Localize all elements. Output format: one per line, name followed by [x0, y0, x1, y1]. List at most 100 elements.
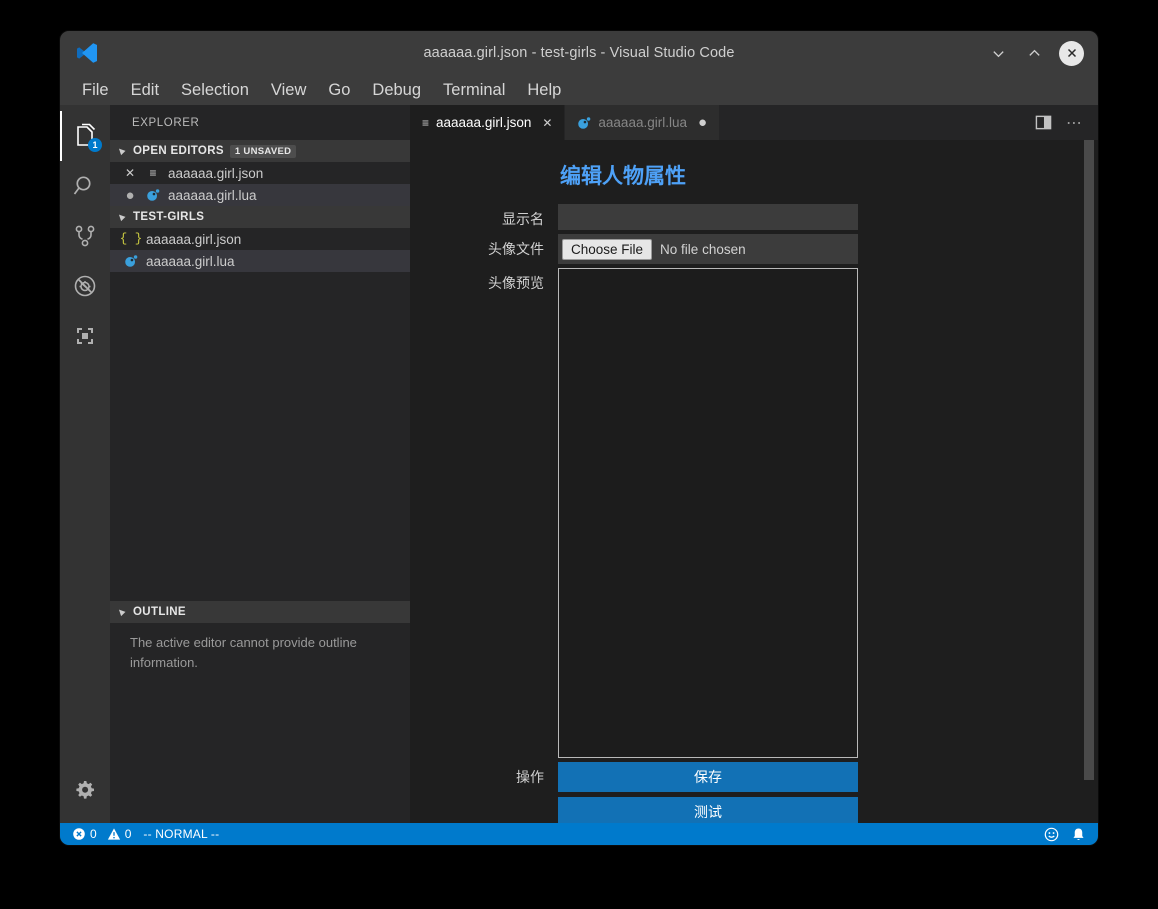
- activity-settings[interactable]: [60, 765, 110, 815]
- file-label: aaaaaa.girl.lua: [146, 253, 235, 269]
- extensions-icon: [77, 328, 93, 344]
- activity-debug[interactable]: [60, 261, 110, 311]
- activity-explorer[interactable]: 1: [60, 111, 110, 161]
- tabs-bar: ≡ aaaaaa.girl.json ✕ aaaaaa.girl.lua ● ⋯: [410, 105, 1098, 140]
- json-icon: { }: [119, 232, 143, 246]
- chevron-down-icon: ◀: [116, 605, 128, 617]
- file-row-json[interactable]: { } aaaaaa.girl.json: [110, 228, 410, 250]
- outline-body: The active editor cannot provide outline…: [110, 623, 410, 823]
- row-display-name: 显示名: [410, 204, 1076, 230]
- row-avatar-preview: 头像预览: [410, 268, 1076, 758]
- display-name-field-wrap: [558, 204, 858, 230]
- section-folder[interactable]: ◀ TEST-GIRLS: [110, 206, 410, 228]
- activity-extensions[interactable]: [60, 311, 110, 361]
- menu-debug[interactable]: Debug: [362, 79, 431, 102]
- minimize-button[interactable]: [987, 42, 1009, 64]
- open-editor-row-json[interactable]: ✕ ≡ aaaaaa.girl.json: [110, 162, 410, 184]
- outline-message: The active editor cannot provide outline…: [130, 635, 357, 671]
- warning-icon: [107, 828, 120, 840]
- status-right-group: [1038, 823, 1092, 845]
- status-problems[interactable]: 0 0: [66, 823, 137, 845]
- status-feedback[interactable]: [1038, 823, 1065, 845]
- gear-icon: [76, 781, 94, 799]
- menu-edit[interactable]: Edit: [121, 79, 169, 102]
- menu-view[interactable]: View: [261, 79, 316, 102]
- avatar-file-input[interactable]: Choose File No file chosen: [558, 234, 858, 264]
- close-icon[interactable]: ✕: [122, 166, 138, 180]
- webview-scrollbar[interactable]: [1084, 140, 1094, 780]
- split-editor-icon[interactable]: [1035, 114, 1052, 131]
- tab-aaaaaa-girl-lua[interactable]: aaaaaa.girl.lua ●: [565, 105, 721, 140]
- avatar-file-field-wrap: Choose File No file chosen: [558, 234, 858, 264]
- explorer-badge: 1: [88, 138, 102, 152]
- open-editor-row-lua[interactable]: ● aaaaaa.girl.lua: [110, 184, 410, 206]
- row-actions: 操作 保存 测试: [410, 762, 1076, 823]
- file-label: aaaaaa.girl.json: [146, 231, 242, 247]
- avatar-preview-box: [558, 268, 858, 758]
- menu-selection[interactable]: Selection: [171, 79, 259, 102]
- menu-bar: File Edit Selection View Go Debug Termin…: [60, 75, 1098, 105]
- source-control-icon: [75, 225, 95, 247]
- menu-go[interactable]: Go: [318, 79, 360, 102]
- editor-group: ≡ aaaaaa.girl.json ✕ aaaaaa.girl.lua ● ⋯…: [410, 105, 1098, 823]
- tab-dirty-dot-icon[interactable]: ●: [698, 115, 707, 130]
- menu-help[interactable]: Help: [517, 79, 571, 102]
- folder-label: TEST-GIRLS: [133, 211, 205, 223]
- menu-file[interactable]: File: [72, 79, 119, 102]
- open-editors-label: OPEN EDITORS: [133, 145, 224, 157]
- menu-terminal[interactable]: Terminal: [433, 79, 515, 102]
- save-button[interactable]: 保存: [558, 762, 858, 792]
- file-row-lua[interactable]: aaaaaa.girl.lua: [110, 250, 410, 272]
- warning-count: 0: [124, 827, 132, 841]
- avatar-file-label: 头像文件: [488, 241, 544, 257]
- open-editor-label: aaaaaa.girl.lua: [168, 187, 257, 203]
- display-name-input[interactable]: [558, 204, 858, 230]
- explorer-title: EXPLORER: [132, 116, 200, 129]
- form-title: 编辑人物属性: [560, 165, 686, 188]
- window-title: aaaaaa.girl.json - test-girls - Visual S…: [423, 45, 735, 61]
- tab-close-icon[interactable]: ✕: [542, 116, 552, 130]
- json-lines-icon: ≡: [149, 166, 157, 180]
- json-lines-icon: ≡: [422, 115, 430, 130]
- activity-source-control[interactable]: [60, 211, 110, 261]
- activity-bar: 1: [60, 105, 110, 823]
- test-button[interactable]: 测试: [558, 797, 858, 823]
- chevron-down-icon: ◀: [116, 144, 128, 156]
- sidebar-filler: [110, 272, 410, 601]
- editor-actions: ⋯: [1019, 105, 1098, 140]
- search-icon: [73, 176, 91, 195]
- file-status-text: No file chosen: [660, 241, 746, 257]
- display-name-label: 显示名: [502, 211, 544, 227]
- tab-label: aaaaaa.girl.json: [436, 115, 532, 130]
- dirty-dot-icon[interactable]: ●: [122, 188, 138, 203]
- choose-file-button[interactable]: Choose File: [562, 238, 653, 260]
- outline-label: OUTLINE: [133, 606, 186, 618]
- error-icon: [73, 828, 85, 840]
- activity-search[interactable]: [60, 161, 110, 211]
- error-count: 0: [90, 827, 97, 841]
- screen: aaaaaa.girl.json - test-girls - Visual S…: [0, 0, 1158, 909]
- avatar-preview-field-wrap: [558, 268, 858, 758]
- notifications-bell-icon: [1073, 828, 1084, 840]
- section-outline[interactable]: ◀ OUTLINE: [110, 601, 410, 623]
- more-actions-icon[interactable]: ⋯: [1066, 113, 1082, 133]
- unsaved-badge: 1 UNSAVED: [229, 144, 297, 158]
- sidebar-explorer: EXPLORER ◀ OPEN EDITORS 1 UNSAVED ✕ ≡ aa…: [110, 105, 410, 823]
- avatar-preview-label: 头像预览: [488, 275, 544, 291]
- maximize-button[interactable]: [1023, 42, 1045, 64]
- section-open-editors[interactable]: ◀ OPEN EDITORS 1 UNSAVED: [110, 140, 410, 162]
- vscode-window: aaaaaa.girl.json - test-girls - Visual S…: [60, 31, 1098, 845]
- row-avatar-file: 头像文件 Choose File No file chosen: [410, 234, 1076, 264]
- vscode-logo-icon: [72, 38, 102, 68]
- close-button[interactable]: [1059, 40, 1084, 66]
- title-bar: aaaaaa.girl.json - test-girls - Visual S…: [60, 31, 1098, 75]
- actions-field-wrap: 保存 测试: [558, 762, 858, 823]
- tab-aaaaaa-girl-json[interactable]: ≡ aaaaaa.girl.json ✕: [410, 105, 566, 140]
- open-editor-label: aaaaaa.girl.json: [168, 165, 264, 181]
- status-notifications[interactable]: [1065, 823, 1092, 845]
- status-vim-mode[interactable]: -- NORMAL --: [137, 823, 225, 845]
- feedback-smiley-icon: [1044, 827, 1059, 841]
- chevron-down-icon: ◀: [116, 210, 128, 222]
- lua-icon: [122, 254, 140, 268]
- webview-panel: 编辑人物属性 显示名 头像文件 Choose File No file chos…: [410, 140, 1098, 823]
